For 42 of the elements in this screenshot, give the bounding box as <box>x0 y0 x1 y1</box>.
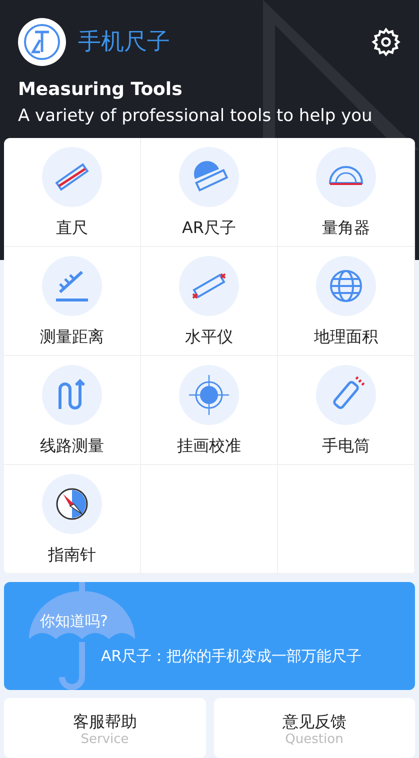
footer-card[interactable]: 意见反馈 Question <box>214 698 415 758</box>
app-name: 手机尺子 <box>78 28 170 57</box>
tip-text: AR尺子：把你的手机变成一部万能尺子 <box>101 646 362 667</box>
footer-label: 客服帮助 <box>72 712 137 732</box>
tool-label: 手电筒 <box>322 435 370 457</box>
header-subtitle: A variety of professional tools to help you <box>18 105 374 128</box>
tool-label: 直尺 <box>56 217 88 239</box>
tool-label: 量角器 <box>322 217 370 239</box>
target-icon <box>178 364 240 426</box>
tool-item[interactable]: 测量距离 <box>4 247 141 356</box>
tool-item[interactable]: AR尺子 <box>141 138 278 247</box>
ruler-icon <box>41 146 103 208</box>
footer-sublabel: Service <box>80 732 129 748</box>
settings-icon[interactable] <box>371 27 401 57</box>
tool-item[interactable]: 直尺 <box>4 138 141 247</box>
tool-label: 地理面积 <box>314 326 378 348</box>
compass-icon <box>41 473 103 535</box>
header-title: Measuring Tools <box>18 78 184 102</box>
globe-icon <box>315 255 377 317</box>
tool-item[interactable]: 手电筒 <box>278 356 415 465</box>
footer-card[interactable]: 客服帮助 Service <box>4 698 206 758</box>
tool-item[interactable]: 线路测量 <box>4 356 141 465</box>
footer-label: 意见反馈 <box>282 712 346 732</box>
protractor-icon <box>315 146 377 208</box>
protractor-ruler-icon <box>178 146 240 208</box>
tool-label: AR尺子 <box>182 217 236 239</box>
tool-label: 测量距离 <box>40 326 104 348</box>
tool-item[interactable]: 量角器 <box>278 138 415 247</box>
tool-label: 指南针 <box>48 544 96 566</box>
tool-item[interactable]: 水平仪 <box>141 247 278 356</box>
tool-item[interactable]: 指南针 <box>4 465 141 574</box>
flashlight-icon <box>315 364 377 426</box>
logo-icon <box>18 18 66 66</box>
tip-heading: 你知道吗? <box>40 611 108 632</box>
measuring-scale-icon <box>41 255 103 317</box>
tool-label: 挂画校准 <box>177 435 241 457</box>
tool-label: 水平仪 <box>185 326 233 348</box>
level-icon <box>178 255 240 317</box>
footer-sublabel: Question <box>285 732 344 748</box>
tool-item[interactable]: 地理面积 <box>278 247 415 356</box>
tool-item[interactable]: 挂画校准 <box>141 356 278 465</box>
tool-label: 线路测量 <box>40 435 104 457</box>
